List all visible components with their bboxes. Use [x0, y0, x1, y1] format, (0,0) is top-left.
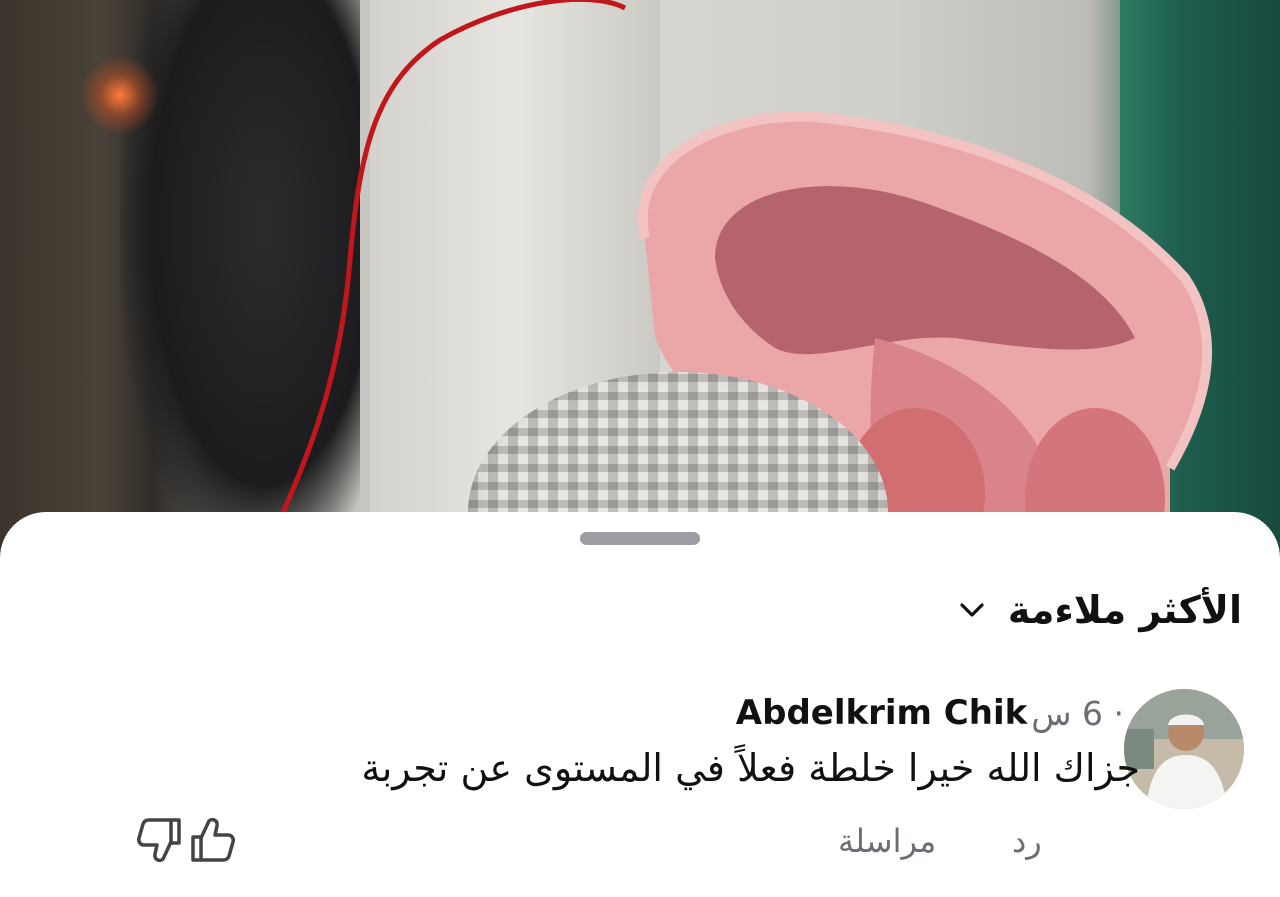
- reply-button[interactable]: رد: [1012, 822, 1042, 860]
- sort-dropdown[interactable]: الأكثر ملاءمة: [956, 582, 1242, 638]
- message-button[interactable]: مراسلة: [838, 822, 936, 860]
- comments-sheet: الأكثر ملاءمة Abdelkrim Chik · 6 س جزاك …: [0, 512, 1280, 897]
- sheet-drag-handle[interactable]: [580, 532, 700, 545]
- thumbs-up-icon[interactable]: [188, 815, 236, 865]
- video-preview[interactable]: [0, 0, 1280, 560]
- avatar-photo: [1124, 689, 1244, 809]
- comment-text: جزاك الله خيرا خلطة فعلاً في المستوى عن …: [361, 746, 1140, 790]
- comment-header: Abdelkrim Chik · 6 س: [736, 688, 1124, 738]
- sort-label: الأكثر ملاءمة: [1007, 588, 1242, 632]
- comment-author[interactable]: Abdelkrim Chik: [736, 693, 1027, 733]
- reaction-buttons: [136, 815, 236, 865]
- background-glow: [80, 55, 160, 135]
- background-red-line: [277, 0, 627, 520]
- avatar[interactable]: [1124, 689, 1244, 809]
- comment-timestamp: · 6 س: [1031, 693, 1124, 733]
- thumbs-down-icon[interactable]: [136, 815, 184, 865]
- chevron-down-icon: [960, 603, 984, 617]
